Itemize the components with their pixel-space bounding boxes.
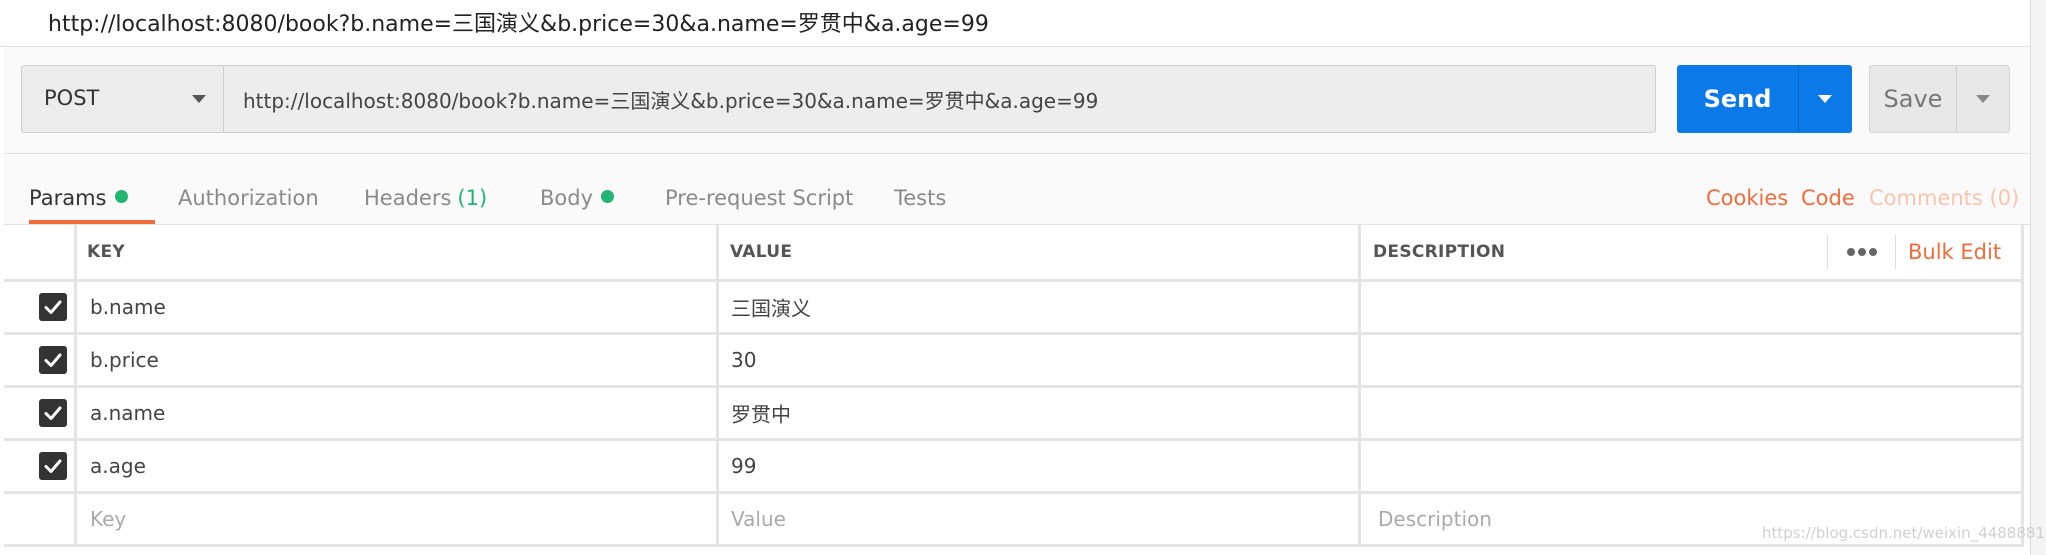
send-options-button[interactable] — [1798, 65, 1852, 133]
window-title: http://localhost:8080/book?b.name=三国演义&b… — [48, 12, 989, 37]
chevron-down-icon — [1976, 95, 1990, 103]
save-button-group: Save — [1869, 65, 2010, 133]
checkmark-icon — [44, 300, 62, 314]
new-param-row: Key Value Description — [4, 494, 2024, 547]
save-options-button[interactable] — [1956, 66, 2009, 132]
header-key-cell: KEY — [77, 225, 719, 282]
key-cell[interactable]: a.name — [77, 388, 719, 441]
send-button[interactable]: Send — [1677, 65, 1798, 133]
param-key: a.name — [90, 401, 166, 425]
row-checkbox-cell — [4, 494, 77, 547]
tab-authorization[interactable]: Authorization — [178, 154, 319, 224]
tab-tests[interactable]: Tests — [894, 154, 946, 224]
request-tabs: Params Authorization Headers (1) Body Pre… — [4, 154, 2030, 225]
description-cell[interactable] — [1361, 388, 2024, 441]
value-placeholder: Value — [731, 507, 786, 531]
cookies-link[interactable]: Cookies — [1706, 154, 1788, 224]
header-checkbox-cell — [4, 225, 77, 282]
description-cell[interactable] — [1361, 335, 2024, 388]
value-cell[interactable]: 罗贯中 — [719, 388, 1361, 441]
description-placeholder: Description — [1378, 507, 1492, 531]
chevron-down-icon — [1818, 95, 1832, 103]
tab-prerequest-script[interactable]: Pre-request Script — [665, 154, 853, 224]
param-key: b.price — [90, 348, 159, 372]
row-checkbox-cell — [4, 335, 77, 388]
send-button-group: Send — [1677, 65, 1852, 133]
tab-authorization-label: Authorization — [178, 186, 319, 210]
tab-params-label: Params — [29, 186, 107, 210]
column-header-description: DESCRIPTION — [1373, 242, 1506, 262]
tab-headers-label: Headers — [364, 186, 452, 210]
header-divider — [1827, 235, 1828, 269]
table-row: a.age 99 — [4, 441, 2024, 494]
row-checkbox[interactable] — [39, 346, 67, 374]
header-divider — [1895, 235, 1896, 269]
header-value-cell: VALUE — [719, 225, 1361, 282]
request-bar: POST Send Save — [4, 47, 2030, 154]
param-key: a.age — [90, 454, 146, 478]
value-cell[interactable]: Value — [719, 494, 1361, 547]
column-header-key: KEY — [87, 242, 125, 262]
tab-tests-label: Tests — [894, 186, 947, 210]
more-options-icon[interactable] — [1839, 232, 1885, 272]
bulk-edit-link[interactable]: Bulk Edit — [1908, 225, 2001, 279]
description-cell[interactable] — [1361, 441, 2024, 494]
tab-headers[interactable]: Headers (1) — [364, 154, 487, 224]
checkmark-icon — [44, 459, 62, 473]
headers-count-badge: (1) — [457, 186, 488, 210]
value-cell[interactable]: 99 — [719, 441, 1361, 494]
status-dot-icon — [601, 190, 615, 203]
method-select[interactable]: POST — [21, 65, 224, 133]
value-cell[interactable]: 三国演义 — [719, 282, 1361, 335]
comments-link[interactable]: Comments (0) — [1869, 154, 2019, 224]
param-value: 罗贯中 — [731, 402, 791, 427]
tab-params[interactable]: Params — [29, 154, 155, 224]
header-description-cell: DESCRIPTION Bulk Edit — [1361, 225, 2024, 282]
code-link[interactable]: Code — [1801, 154, 1855, 224]
row-checkbox-cell — [4, 282, 77, 335]
save-button[interactable]: Save — [1870, 66, 1956, 132]
row-checkbox[interactable] — [39, 452, 67, 480]
table-row: b.name 三国演义 — [4, 282, 2024, 335]
row-checkbox-cell — [4, 441, 77, 494]
chevron-down-icon — [192, 95, 206, 103]
param-key: b.name — [90, 295, 166, 319]
key-cell[interactable]: Key — [77, 494, 719, 547]
row-checkbox[interactable] — [39, 293, 67, 321]
watermark-text: https://blog.csdn.net/weixin_44888813 — [1762, 524, 2046, 542]
tab-prerequest-label: Pre-request Script — [665, 186, 854, 210]
method-label: POST — [44, 86, 100, 110]
row-checkbox[interactable] — [39, 399, 67, 427]
window-titlebar: http://localhost:8080/book?b.name=三国演义&b… — [0, 0, 2030, 47]
table-row: b.price 30 — [4, 335, 2024, 388]
table-row: a.name 罗贯中 — [4, 388, 2024, 441]
url-input[interactable] — [224, 65, 1656, 133]
key-placeholder: Key — [90, 507, 127, 531]
value-cell[interactable]: 30 — [719, 335, 1361, 388]
description-cell[interactable] — [1361, 282, 2024, 335]
window-scrollbar[interactable] — [2030, 0, 2046, 555]
checkmark-icon — [44, 406, 62, 420]
status-dot-icon — [114, 190, 128, 203]
key-cell[interactable]: b.name — [77, 282, 719, 335]
param-value: 99 — [731, 454, 757, 478]
table-header-row: KEY VALUE DESCRIPTION Bulk Edit — [4, 225, 2024, 282]
key-cell[interactable]: b.price — [77, 335, 719, 388]
checkmark-icon — [44, 353, 62, 367]
param-value: 三国演义 — [731, 296, 811, 321]
tab-body-label: Body — [540, 186, 594, 210]
row-checkbox-cell — [4, 388, 77, 441]
column-header-value: VALUE — [730, 242, 793, 262]
tab-body[interactable]: Body — [540, 154, 615, 224]
param-value: 30 — [731, 348, 757, 372]
key-cell[interactable]: a.age — [77, 441, 719, 494]
